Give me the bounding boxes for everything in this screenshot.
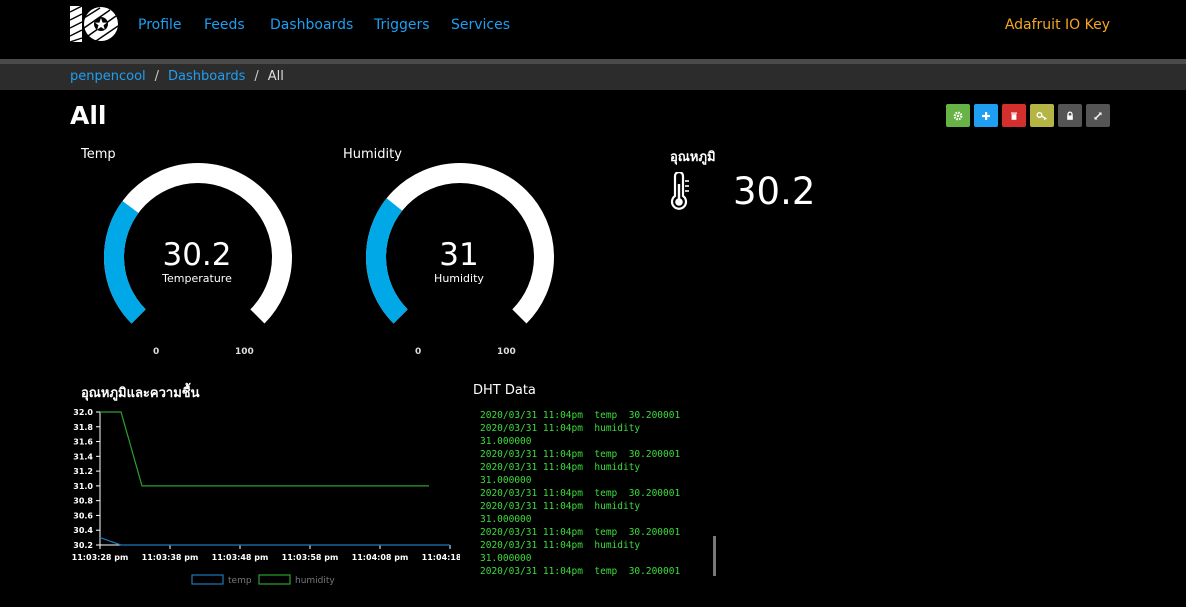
log-line: 31.000000 — [480, 475, 532, 486]
lock-button[interactable] — [1058, 104, 1082, 127]
x-tick-label: 11:03:28 pm — [72, 553, 129, 562]
gauge-humidity-value: 31 — [439, 237, 479, 273]
nav-profile[interactable]: Profile — [138, 17, 182, 33]
lock-icon — [1067, 111, 1073, 120]
log-scrollbar[interactable] — [713, 536, 716, 576]
data-log[interactable]: 2020/03/31 11:04pm temp 30.200001 2020/03… — [480, 409, 710, 579]
log-line: 2020/03/31 11:04pm humidity — [480, 462, 641, 473]
log-line: 2020/03/31 11:04pm temp 30.200001 — [480, 488, 681, 499]
thermometer-icon — [670, 172, 689, 210]
breadcrumb-user[interactable]: penpencool — [70, 69, 146, 84]
x-tick-label: 11:04:08 pm — [352, 553, 409, 562]
y-tick-label: 30.4 — [73, 526, 93, 535]
text-block-title: อุณหภูมิ — [670, 150, 716, 165]
expand-icon — [1094, 112, 1102, 119]
series-line-humidity — [100, 411, 429, 487]
x-tick-label: 11:03:38 pm — [142, 553, 199, 562]
x-tick-label: 11:03:48 pm — [212, 553, 269, 562]
gauge-temp-label: Temperature — [162, 272, 232, 285]
trash-icon — [1011, 112, 1017, 120]
y-tick-label: 30.2 — [73, 541, 93, 550]
legend-swatch[interactable] — [258, 574, 291, 585]
settings-button[interactable] — [946, 104, 970, 127]
line-chart[interactable]: 32.0 31.8 31.6 31.4 31.2 31.0 30.8 30.6 30.4 30.2… — [60, 400, 460, 595]
breadcrumb-dashboards[interactable]: Dashboards — [168, 69, 245, 84]
nav-dashboards[interactable]: Dashboards — [270, 17, 353, 33]
gauge-humidity-label: Humidity — [434, 272, 484, 285]
log-line: 2020/03/31 11:04pm humidity — [480, 423, 641, 434]
gauge-temp-min: 0 — [153, 347, 160, 357]
y-tick-label: 32.0 — [73, 408, 93, 417]
gauge-temp-title: Temp — [81, 147, 116, 162]
top-nav: Profile Feeds Dashboards Triggers Servic… — [0, 0, 1186, 59]
gauge-humidity-max: 100 — [497, 347, 516, 357]
log-line: 31.000000 — [480, 514, 532, 525]
log-line: 2020/03/31 11:04pm temp 30.200001 — [480, 566, 681, 577]
y-tick-label: 30.6 — [73, 511, 93, 520]
adafruit-io-logo-icon[interactable] — [70, 6, 119, 42]
breadcrumb-current: All — [267, 69, 284, 84]
log-line: 2020/03/31 11:04pm humidity — [480, 501, 641, 512]
log-line: 2020/03/31 11:04pm temp 30.200001 — [480, 527, 681, 538]
gauge-temp-max: 100 — [235, 347, 254, 357]
y-tick-label: 31.2 — [73, 467, 93, 476]
nav-triggers[interactable]: Triggers — [374, 17, 430, 33]
text-block-value: 30.2 — [733, 170, 816, 213]
log-line: 2020/03/31 11:04pm temp 30.200001 — [480, 410, 681, 421]
gauge-humidity-title: Humidity — [343, 147, 402, 162]
key-icon — [1036, 111, 1047, 120]
gear-icon — [953, 111, 963, 120]
y-tick-label: 31.0 — [73, 482, 93, 491]
breadcrumb: penpencool / Dashboards / All — [0, 64, 1186, 90]
series-line-temp — [99, 537, 450, 546]
fullscreen-button[interactable] — [1086, 104, 1110, 127]
log-line: 2020/03/31 11:04pm temp 30.200001 — [480, 449, 681, 460]
y-tick-label: 30.8 — [73, 497, 93, 506]
nav-services[interactable]: Services — [451, 17, 510, 33]
y-tick-label: 31.4 — [73, 452, 93, 461]
nav-feeds[interactable]: Feeds — [204, 17, 245, 33]
x-tick-label: 11:03:58 pm — [282, 553, 339, 562]
x-tick-label: 11:04:18 pm — [422, 553, 460, 562]
add-block-button[interactable] — [974, 104, 998, 127]
breadcrumb-separator: / — [254, 69, 259, 84]
log-line: 31.000000 — [480, 553, 532, 564]
legend-label[interactable]: temp — [228, 576, 252, 586]
page-title: All — [70, 101, 107, 130]
gauge-temp-value: 30.2 — [162, 237, 232, 273]
delete-button[interactable] — [1002, 104, 1026, 127]
plus-icon — [982, 111, 990, 120]
key-button[interactable] — [1030, 104, 1054, 127]
y-tick-label: 31.6 — [73, 438, 93, 447]
log-line: 2020/03/31 11:04pm humidity — [480, 540, 641, 551]
legend-label[interactable]: humidity — [295, 576, 335, 586]
log-title: DHT Data — [473, 383, 536, 398]
breadcrumb-separator: / — [154, 69, 160, 84]
gauge-humidity-min: 0 — [415, 347, 422, 357]
legend-swatch[interactable] — [191, 574, 224, 585]
io-key-link[interactable]: Adafruit IO Key — [1005, 17, 1110, 33]
log-line: 31.000000 — [480, 436, 532, 447]
y-tick-label: 31.8 — [73, 423, 93, 432]
